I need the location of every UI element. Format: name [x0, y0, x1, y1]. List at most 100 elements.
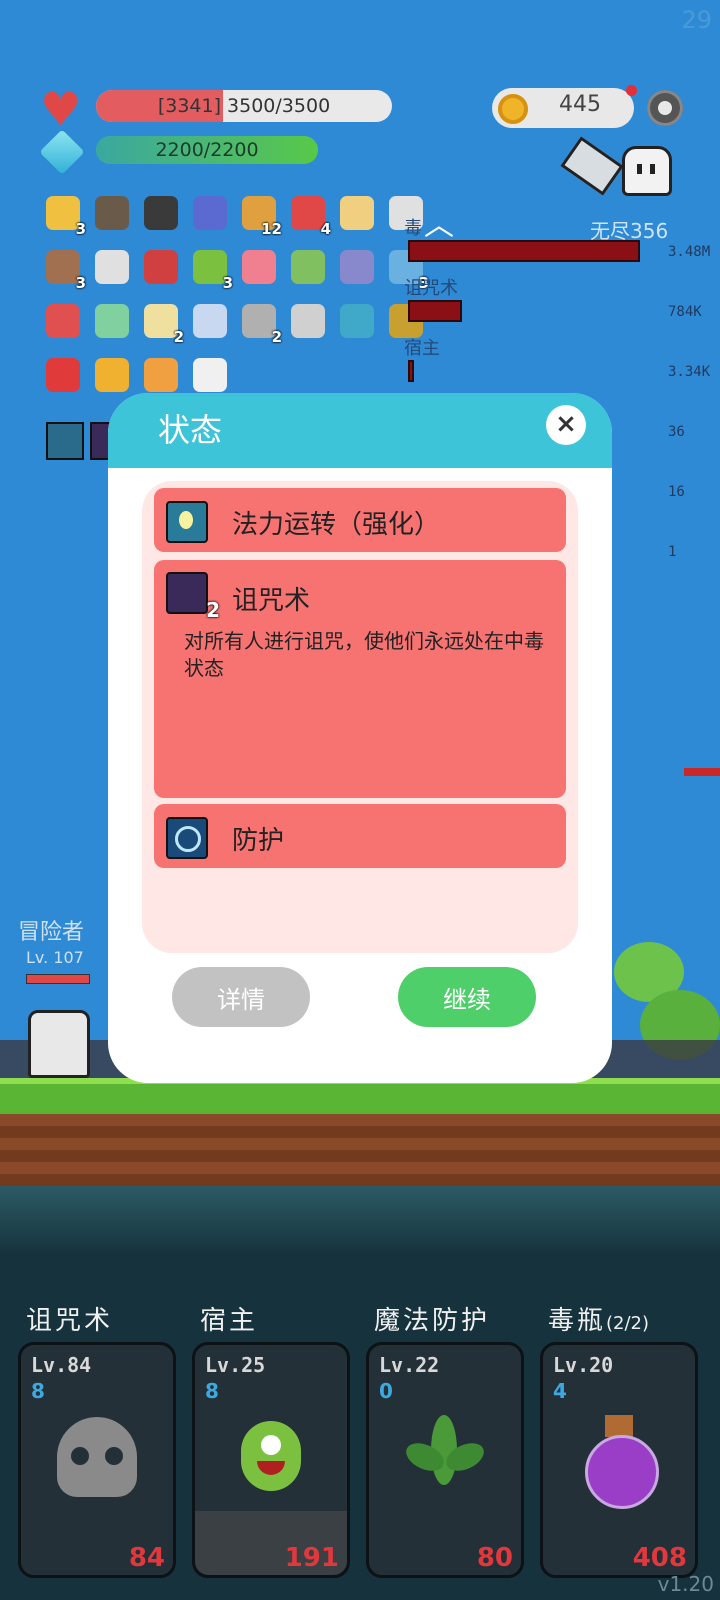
player-hp-bar	[26, 974, 90, 984]
dialog-title: 状态	[158, 411, 223, 449]
crest-icon[interactable]	[144, 250, 178, 284]
beer-icon[interactable]: 3	[46, 196, 86, 238]
skill-level: Lv.20	[553, 1353, 614, 1377]
skull-icon	[57, 1417, 137, 1497]
status-dialog: 状态 × 法力运转（强化） 2 诅咒术 对所有人进行诅咒，使他们永远处在中毒状态…	[108, 393, 612, 1083]
skill-name: 毒瓶(2/2)	[548, 1306, 650, 1336]
watermelon-icon[interactable]: 4	[291, 196, 331, 238]
knight-sprite	[28, 1010, 90, 1078]
details-button[interactable]: 详情	[172, 967, 310, 1027]
shield-round-icon[interactable]: 3	[46, 250, 86, 292]
potion-icon	[585, 1435, 659, 1509]
ghost-icon[interactable]	[622, 146, 672, 196]
coin-count: 445	[559, 92, 601, 117]
damage-value-5: 16	[668, 484, 685, 500]
fps-counter: 29	[681, 6, 712, 34]
lightbulb-icon	[166, 501, 208, 543]
damage-label-poison: 毒	[404, 218, 422, 239]
skill-card-magic-defense[interactable]: Lv.22 0 80	[366, 1342, 524, 1578]
lightbulb-icon[interactable]	[46, 422, 84, 460]
hp-bar: [3341] 3500/3500	[96, 90, 392, 122]
mortar-icon[interactable]	[95, 196, 129, 230]
damage-bar-poison	[408, 240, 640, 262]
book-icon[interactable]: 12	[242, 196, 282, 238]
status-row-protection[interactable]: 防护	[154, 804, 566, 868]
damage-bar-host	[408, 360, 414, 382]
notification-dot	[626, 85, 637, 96]
apple-icon[interactable]	[46, 358, 80, 392]
dots-icon[interactable]	[291, 304, 325, 338]
status-title: 诅咒术	[232, 586, 311, 616]
cauldron-icon[interactable]	[144, 196, 178, 230]
item-count: 3	[75, 220, 86, 238]
skill-value: 84	[128, 1543, 165, 1573]
damage-value-curse: 784K	[668, 304, 702, 320]
target-icon[interactable]	[340, 304, 374, 338]
id-card-icon[interactable]	[340, 196, 374, 230]
status-count: 2	[206, 598, 220, 622]
coin-icon	[498, 94, 528, 124]
flower-icon[interactable]: 2	[144, 304, 184, 346]
damage-popup	[684, 768, 720, 776]
item-count: 3	[222, 274, 233, 292]
skill-value: 80	[476, 1543, 513, 1573]
item-count: 2	[173, 328, 184, 346]
skill-level: Lv.25	[205, 1353, 266, 1377]
pineapple-icon[interactable]	[95, 358, 129, 392]
hp-text: [3341] 3500/3500	[157, 95, 331, 117]
status-row-mana-flow[interactable]: 法力运转（强化）	[154, 488, 566, 552]
skill-cost: 4	[553, 1379, 567, 1403]
potion-cork-icon	[605, 1415, 633, 1437]
status-row-curse[interactable]: 2 诅咒术 对所有人进行诅咒，使他们永远处在中毒状态	[154, 560, 566, 798]
cards-icon[interactable]	[193, 358, 227, 392]
damage-label-curse: 诅咒术	[404, 278, 458, 299]
vortex-icon	[166, 817, 208, 859]
player-level: Lv. 107	[26, 948, 84, 967]
damage-value-6: 1	[668, 544, 677, 560]
skill-card-host[interactable]: Lv.25 8 191	[192, 1342, 350, 1578]
mp-bar: 2200/2200	[96, 136, 318, 164]
mushroom-icon[interactable]	[46, 304, 80, 338]
skill-value: 191	[284, 1543, 339, 1573]
flask-icon[interactable]: 3	[193, 250, 233, 292]
mp-text: 2200/2200	[155, 139, 259, 161]
skill-level: Lv.22	[379, 1353, 440, 1377]
close-button[interactable]: ×	[546, 405, 586, 445]
skill-cost: 0	[379, 1379, 393, 1403]
capsule-icon[interactable]	[193, 304, 227, 338]
item-count: 3	[75, 274, 86, 292]
damage-label-host: 宿主	[404, 338, 440, 359]
damage-value-host: 3.34K	[668, 364, 711, 380]
version-label: v1.20	[657, 1572, 714, 1596]
curse-icon: 2	[166, 572, 220, 622]
wizard-hat-icon[interactable]	[193, 196, 227, 230]
damage-value-4: 36	[668, 424, 685, 440]
item-count: 2	[271, 328, 282, 346]
skill-value: 408	[632, 1543, 687, 1573]
comet-icon[interactable]	[144, 358, 178, 392]
ghost-icon[interactable]	[95, 304, 129, 338]
damage-bar-curse	[408, 300, 462, 322]
item-count: 4	[320, 220, 331, 238]
skill-name: 魔法防护	[374, 1306, 491, 1336]
ice-cream-icon[interactable]	[242, 250, 276, 284]
skill-card-curse[interactable]: Lv.84 8 84	[18, 1342, 176, 1578]
robot-icon[interactable]	[340, 250, 374, 284]
status-title: 防护	[232, 826, 285, 856]
item-count: 12	[261, 220, 282, 238]
continue-button[interactable]: 继续	[398, 967, 536, 1027]
damage-value-poison: 3.48M	[668, 244, 711, 260]
skill-card-poison-bottle[interactable]: Lv.20 4 408	[540, 1342, 698, 1578]
dirt	[0, 1114, 720, 1186]
hook-icon[interactable]	[95, 250, 129, 284]
skill-cost: 8	[31, 1379, 45, 1403]
status-title: 法力运转（强化）	[232, 510, 441, 540]
dagger-icon[interactable]: 2	[242, 304, 282, 346]
skill-name: 诅咒术	[26, 1306, 114, 1336]
note-icon[interactable]	[291, 250, 325, 284]
gear-icon[interactable]	[647, 90, 683, 126]
heart-icon: ♥	[40, 82, 82, 136]
status-description: 对所有人进行诅咒，使他们永远处在中毒状态	[184, 629, 544, 680]
skill-name: 宿主	[200, 1306, 259, 1336]
collapse-arrow-icon[interactable]: ︿	[424, 200, 454, 244]
